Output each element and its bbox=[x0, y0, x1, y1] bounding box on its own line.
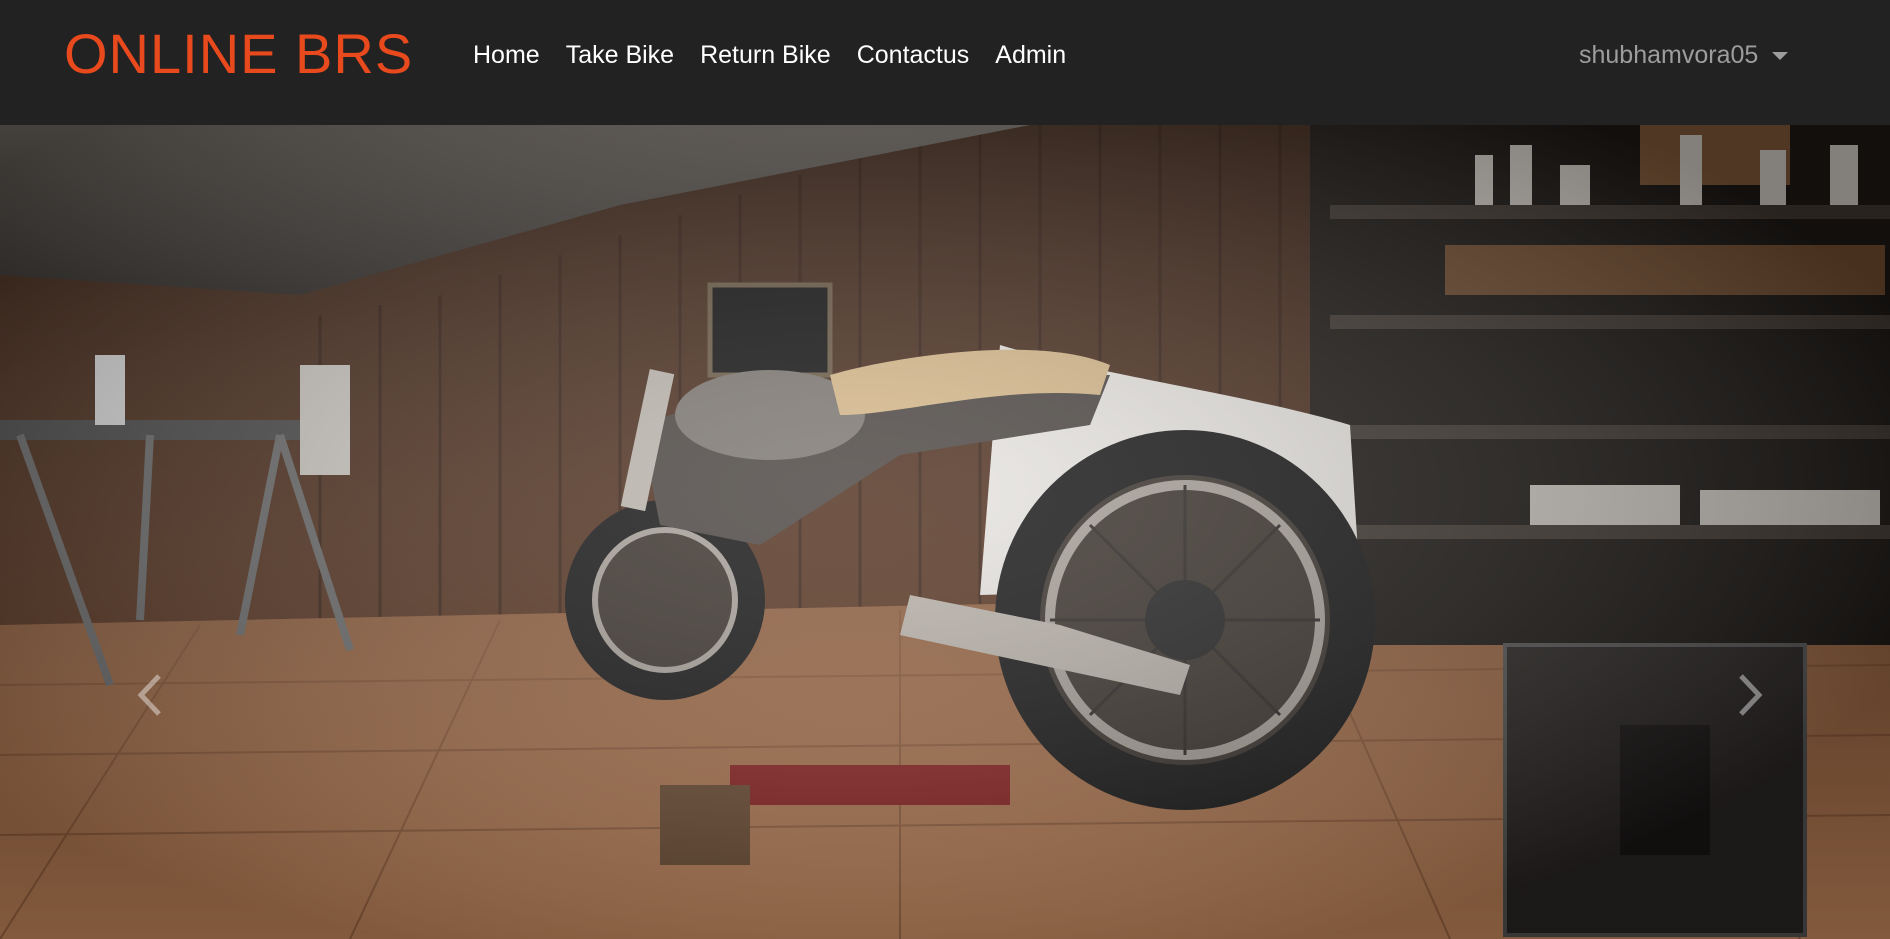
carousel-prev-control[interactable] bbox=[120, 645, 180, 745]
caret-down-icon bbox=[1772, 52, 1789, 60]
nav-take-bike-link[interactable]: Take Bike bbox=[566, 38, 674, 72]
chevron-right-icon bbox=[1739, 674, 1763, 716]
carousel-next-control[interactable] bbox=[1720, 645, 1780, 745]
nav-return-bike-link[interactable]: Return Bike bbox=[700, 38, 831, 72]
nav-admin-link[interactable]: Admin bbox=[995, 38, 1066, 72]
nav-home-link[interactable]: Home bbox=[473, 38, 540, 72]
chevron-left-icon bbox=[137, 674, 161, 716]
hero-carousel bbox=[0, 125, 1890, 939]
motorcycle-garage-image bbox=[0, 125, 1890, 939]
nav-contactus-link[interactable]: Contactus bbox=[857, 38, 970, 72]
top-navbar: ONLINE BRS Home Take Bike Return Bike Co… bbox=[0, 0, 1890, 125]
user-dropdown-toggle[interactable]: shubhamvora05 bbox=[1579, 38, 1789, 72]
nav-links: Home Take Bike Return Bike Contactus Adm… bbox=[473, 38, 1066, 72]
brand-logo-link[interactable]: ONLINE BRS bbox=[64, 22, 413, 86]
username-label: shubhamvora05 bbox=[1579, 41, 1759, 69]
